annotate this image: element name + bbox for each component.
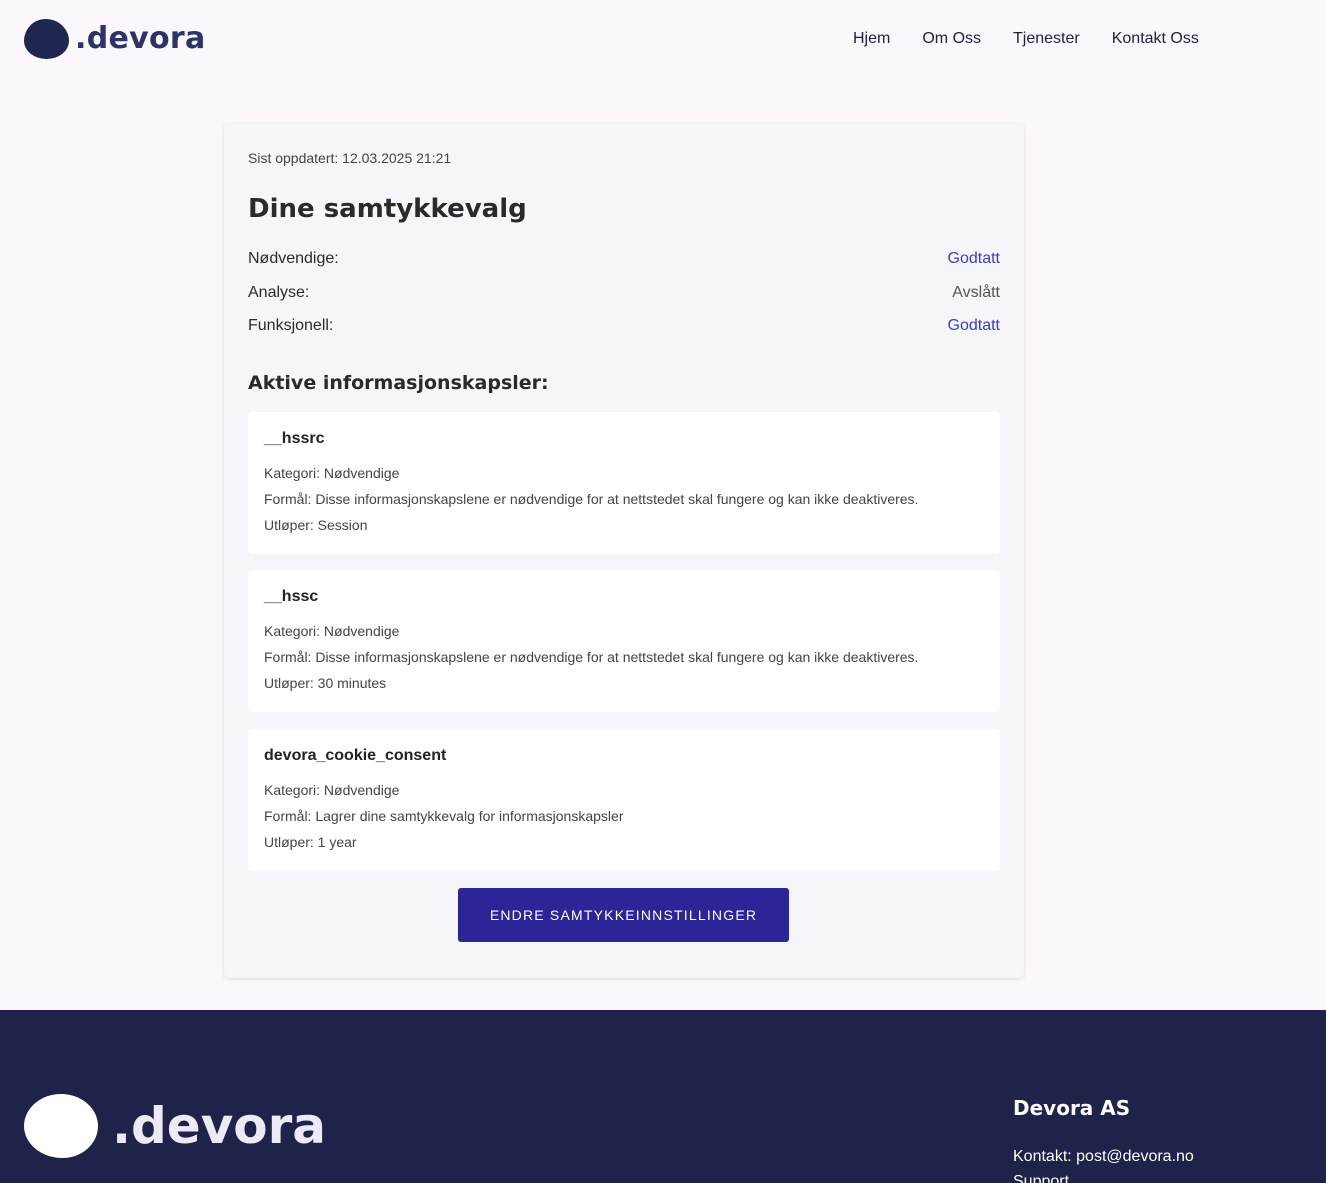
consent-row-analytics: Analyse: Avslått — [248, 282, 1000, 304]
footer-logo[interactable]: .devora — [24, 1094, 326, 1158]
cookie-purpose: Formål: Lagrer dine samtykkevalg for inf… — [264, 808, 624, 824]
cookie-item: devora_cookie_consent Kategori: Nødvendi… — [248, 729, 1000, 871]
cookie-category: Kategori: Nødvendige — [264, 782, 400, 798]
cookie-name: __hssc — [264, 588, 319, 605]
contact-label: Kontakt: — [1013, 1148, 1072, 1165]
consent-row-functional: Funksjonell: Godtatt — [248, 315, 1000, 337]
logo-blob-icon — [24, 1094, 98, 1158]
consent-row-necessary: Nødvendige: Godtatt — [248, 248, 1000, 270]
cookie-expires: Utløper: 1 year — [264, 834, 357, 850]
cookie-name: devora_cookie_consent — [264, 747, 447, 764]
devora-logo[interactable]: .devora — [24, 19, 206, 59]
consent-label: Nødvendige: — [248, 250, 339, 267]
consent-status: Avslått — [952, 284, 1000, 301]
main-nav: Hjem Om Oss Tjenester Kontakt Oss — [853, 29, 1199, 49]
nav-tjenester[interactable]: Tjenester — [1013, 29, 1080, 49]
nav-kontakt-oss[interactable]: Kontakt Oss — [1112, 29, 1199, 49]
consent-status: Godtatt — [947, 317, 1000, 334]
cookie-purpose: Formål: Disse informasjonskapslene er nø… — [264, 649, 919, 665]
cookie-name: __hssrc — [264, 430, 325, 447]
consent-card: Sist oppdatert: 12.03.2025 21:21 Dine sa… — [224, 124, 1024, 978]
cookie-expires: Utløper: Session — [264, 517, 368, 533]
site-footer: .devora Devora AS Kontakt: post@devora.n… — [0, 1010, 1326, 1183]
logo-blob-icon — [24, 19, 69, 59]
cookie-item: __hssrc Kategori: Nødvendige Formål: Dis… — [248, 412, 1000, 554]
logo-text: .devora — [75, 21, 206, 56]
nav-om-oss[interactable]: Om Oss — [922, 29, 981, 49]
page-title: Dine samtykkevalg — [248, 194, 527, 224]
cookie-purpose: Formål: Disse informasjonskapslene er nø… — [264, 491, 919, 507]
contact-email-link[interactable]: post@devora.no — [1076, 1148, 1194, 1165]
cookie-category: Kategori: Nødvendige — [264, 465, 400, 481]
consent-status: Godtatt — [947, 250, 1000, 267]
footer-cut-line: Support — [1013, 1173, 1070, 1183]
change-consent-button[interactable]: ENDRE SAMTYKKEINNSTILLINGER — [458, 888, 789, 942]
footer-logo-text: .devora — [112, 1097, 327, 1155]
site-header: .devora Hjem Om Oss Tjenester Kontakt Os… — [0, 0, 1326, 80]
footer-company-name: Devora AS — [1013, 1096, 1131, 1120]
consent-label: Funksjonell: — [248, 317, 334, 334]
consent-label: Analyse: — [248, 284, 310, 301]
cookie-expires: Utløper: 30 minutes — [264, 675, 387, 691]
footer-contact: Kontakt: post@devora.no — [1013, 1148, 1194, 1166]
nav-hjem[interactable]: Hjem — [853, 29, 890, 49]
cookies-heading: Aktive informasjonskapsler: — [248, 372, 549, 394]
cookie-category: Kategori: Nødvendige — [264, 623, 400, 639]
cookie-item: __hssc Kategori: Nødvendige Formål: Diss… — [248, 570, 1000, 712]
last-updated: Sist oppdatert: 12.03.2025 21:21 — [248, 150, 452, 166]
